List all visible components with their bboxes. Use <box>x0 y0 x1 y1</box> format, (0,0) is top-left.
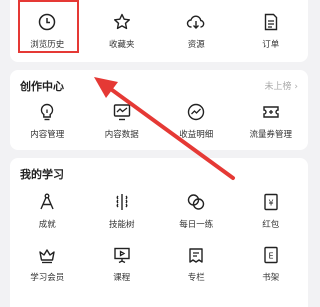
traffic-coupon-button[interactable]: 流量券管理 <box>234 102 309 140</box>
red-packet-button[interactable]: ¥ 红包 <box>234 192 309 230</box>
creation-center-title: 创作中心 <box>20 80 64 93</box>
double-circle-icon <box>188 194 205 210</box>
compass-icon <box>40 193 54 210</box>
cloud-download-icon <box>187 15 205 29</box>
my-study-row-1: 成就 技能树 每日一练 ¥ 红包 <box>10 192 308 230</box>
study-membership-button[interactable]: 学习会员 <box>10 245 85 283</box>
presentation-icon <box>114 247 130 264</box>
favorites-label: 收藏夹 <box>108 40 135 50</box>
skill-tree-icon <box>116 194 128 210</box>
lightbulb-icon <box>41 103 54 121</box>
my-study-card: 我的学习 成就 技能树 每日一练 ¥ 红包 学习会员 课程 专栏 E 书架 <box>10 158 308 307</box>
book-icon: E <box>264 246 278 264</box>
favorites-button[interactable]: 收藏夹 <box>85 12 160 50</box>
column-icon <box>189 248 203 263</box>
ranking-link[interactable]: 未上榜 › <box>265 79 298 92</box>
traffic-coupon-label: 流量券管理 <box>249 130 292 140</box>
skill-tree-button[interactable]: 技能树 <box>85 192 160 230</box>
content-data-button[interactable]: 内容数据 <box>85 102 160 140</box>
resources-button[interactable]: 资源 <box>159 12 234 50</box>
achievements-label: 成就 <box>38 220 56 230</box>
creation-center-grid: 内容管理 内容数据 收益明细 流量券管理 <box>10 102 308 140</box>
creation-center-card: 创作中心 未上榜 › 内容管理 内容数据 收益明细 流量券管理 <box>10 70 308 150</box>
study-membership-label: 学习会员 <box>30 273 65 283</box>
svg-text:E: E <box>268 252 273 261</box>
skill-tree-label: 技能树 <box>108 220 135 230</box>
red-packet-label: 红包 <box>262 220 280 230</box>
courses-label: 课程 <box>113 273 131 283</box>
monitor-chart-icon <box>113 104 130 121</box>
ticket-icon <box>263 106 279 118</box>
content-data-label: 内容数据 <box>104 130 139 140</box>
orders-label: 订单 <box>262 40 280 50</box>
crown-icon <box>39 249 55 264</box>
svg-text:¥: ¥ <box>268 199 273 208</box>
daily-practice-button[interactable]: 每日一练 <box>159 192 234 230</box>
resources-label: 资源 <box>187 40 205 50</box>
orders-button[interactable]: 订单 <box>234 12 309 50</box>
achievements-button[interactable]: 成就 <box>10 192 85 230</box>
highlight-box <box>18 0 79 53</box>
column-label: 专栏 <box>187 273 205 283</box>
column-button[interactable]: 专栏 <box>159 245 234 283</box>
content-management-label: 内容管理 <box>30 130 65 140</box>
my-study-title: 我的学习 <box>20 168 64 181</box>
document-icon <box>264 13 277 31</box>
my-study-row-2: 学习会员 课程 专栏 E 书架 <box>10 245 308 283</box>
red-packet-icon: ¥ <box>264 193 278 211</box>
earnings-label: 收益明细 <box>179 130 214 140</box>
bookshelf-label: 书架 <box>262 273 280 283</box>
trend-circle-icon <box>188 103 205 121</box>
bookshelf-button[interactable]: E 书架 <box>234 245 309 283</box>
earnings-button[interactable]: 收益明细 <box>159 102 234 140</box>
star-icon <box>113 13 130 30</box>
courses-button[interactable]: 课程 <box>85 245 160 283</box>
daily-practice-label: 每日一练 <box>179 220 214 230</box>
content-management-button[interactable]: 内容管理 <box>10 102 85 140</box>
